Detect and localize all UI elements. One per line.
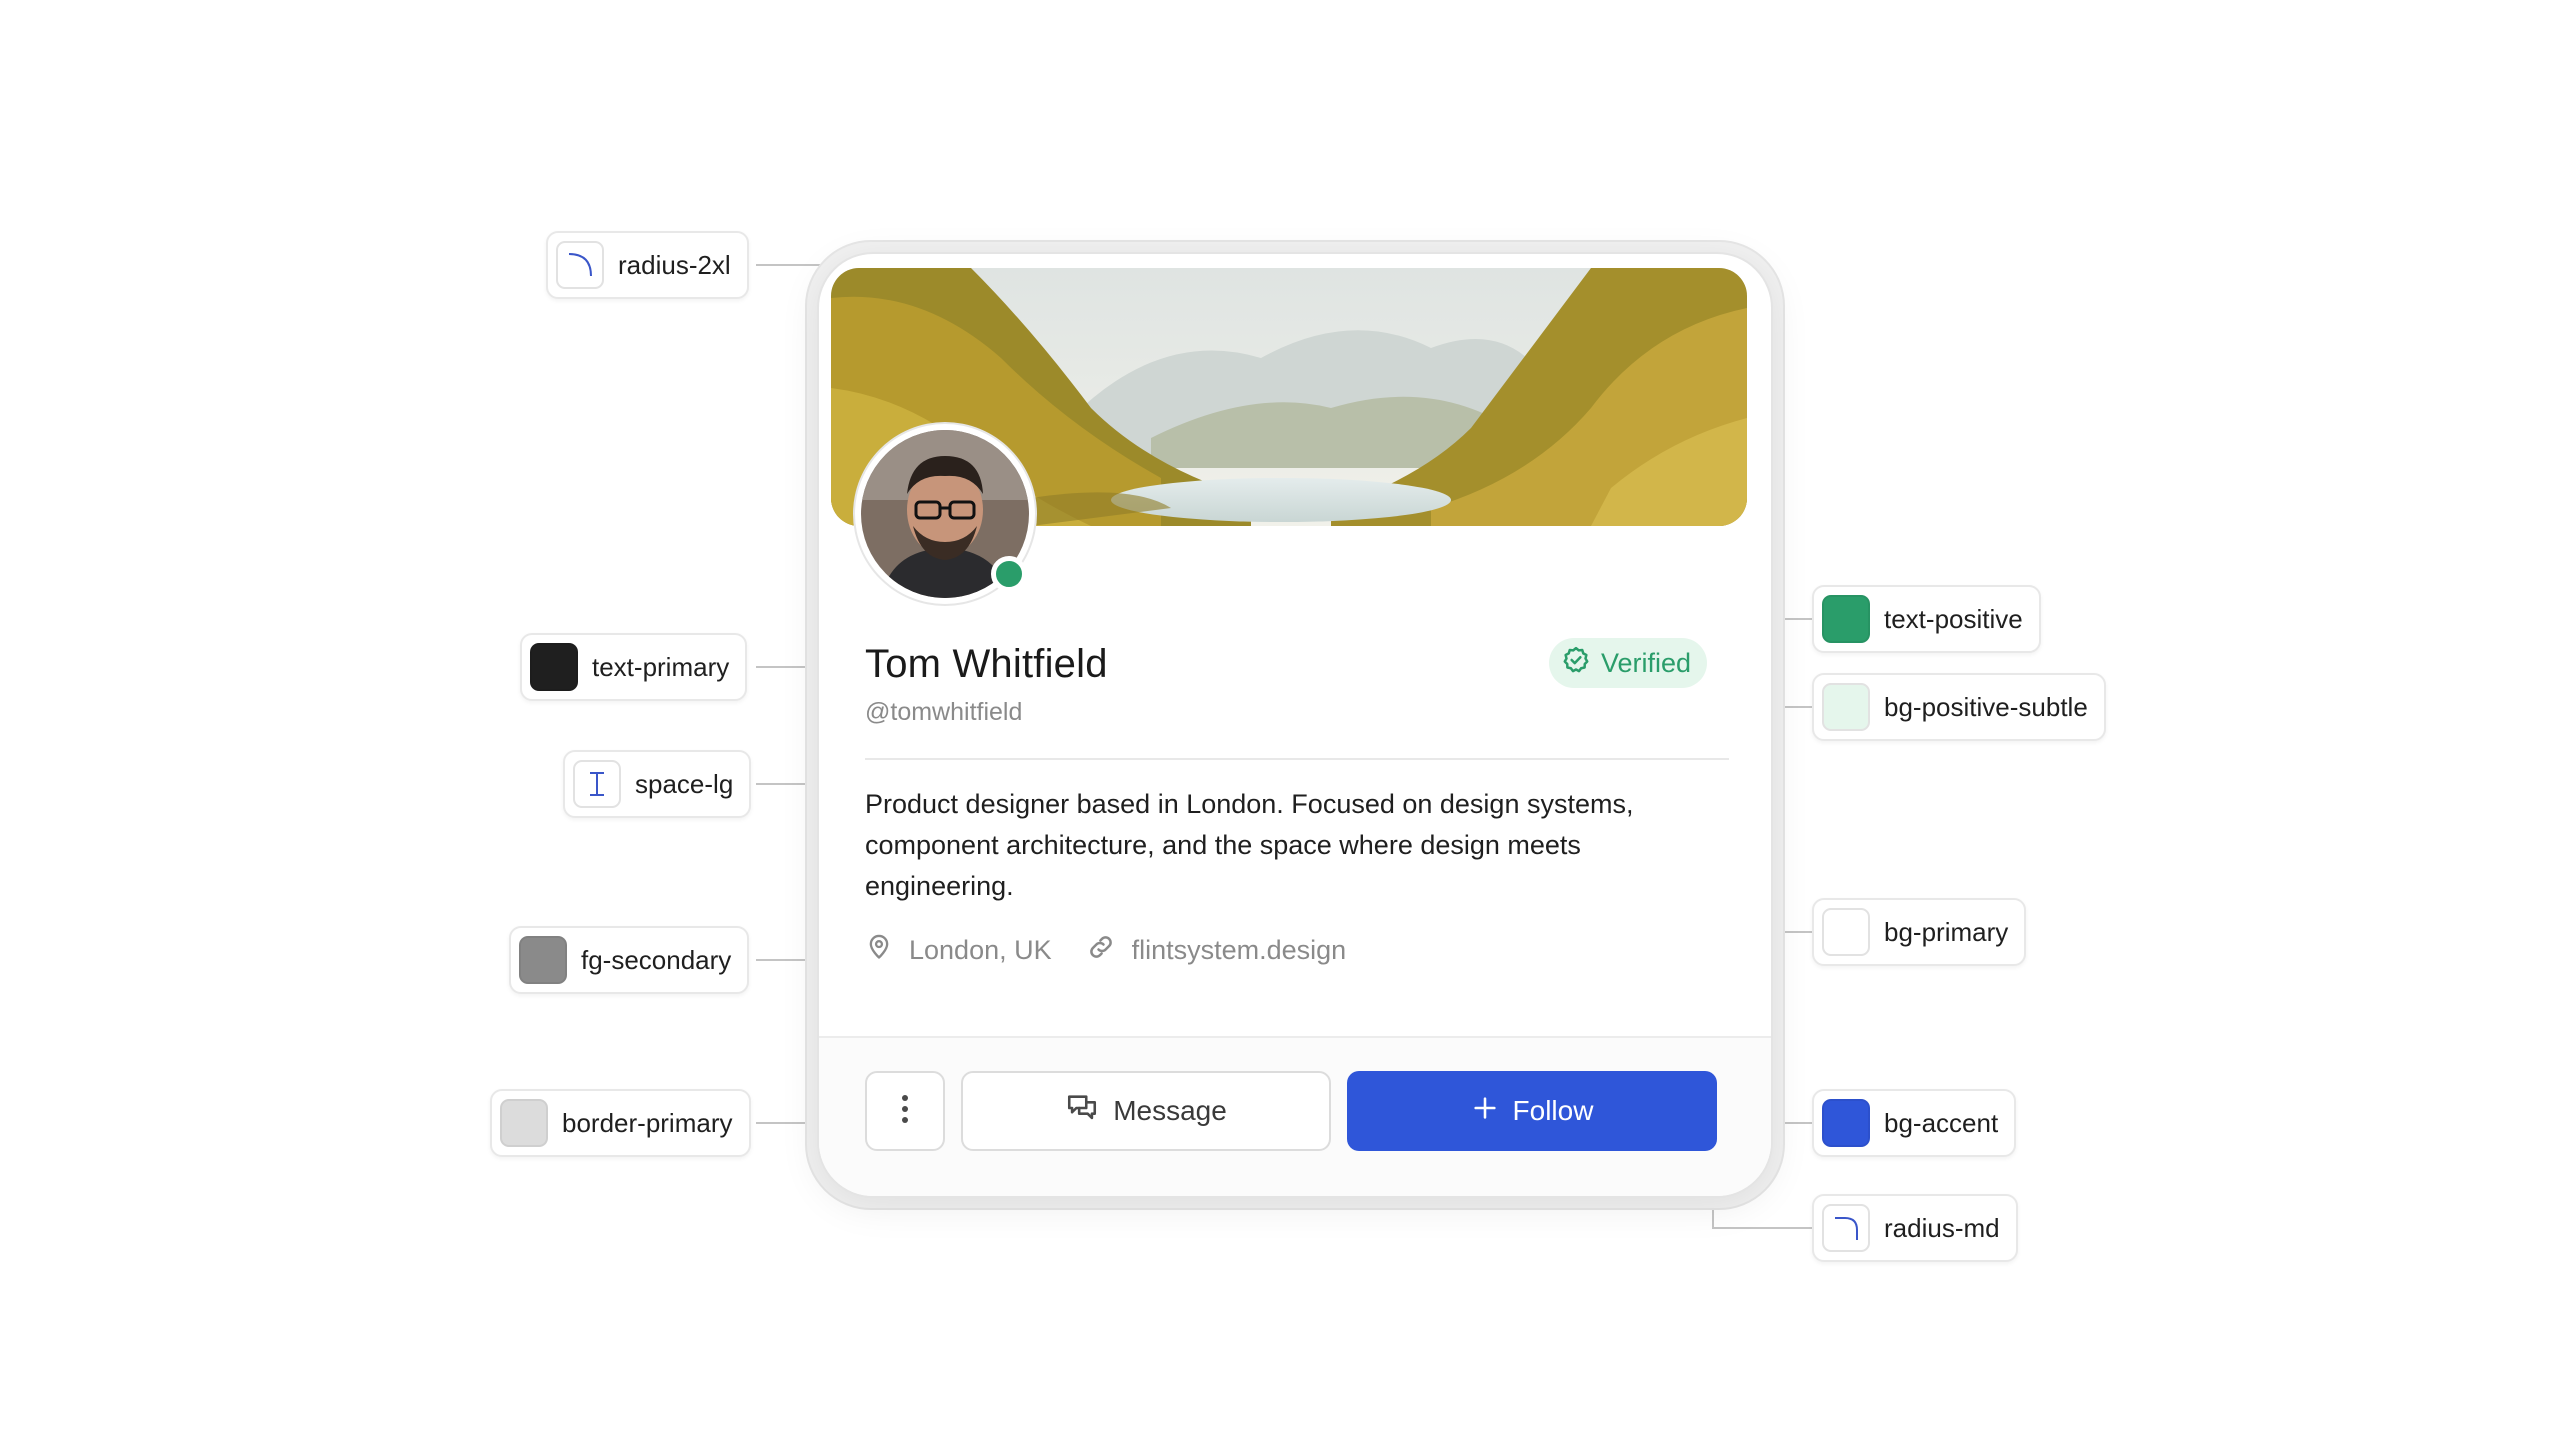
verified-badge: Verified [1549,638,1708,688]
website-link[interactable]: flintsystem.design [1086,932,1347,969]
profile-card: Tom Whitfield @tomwhitfield Verified Pro… [817,252,1773,1198]
more-vertical-icon [901,1094,909,1129]
link-icon [1086,932,1116,969]
verified-label: Verified [1601,647,1692,678]
location: London, UK [865,933,1052,968]
token-label: fg-secondary [581,944,732,975]
more-options-button[interactable] [865,1071,945,1151]
radius-corner-icon [1822,1204,1870,1252]
token-chip-radius-2xl: radius-2xl [546,231,749,299]
follow-label: Follow [1512,1095,1594,1126]
color-swatch [1822,1099,1870,1147]
profile-handle: @tomwhitfield [865,698,1023,726]
color-swatch [500,1099,548,1147]
token-label: radius-md [1884,1212,2000,1243]
token-label: space-lg [635,768,734,799]
plus-icon [1471,1094,1499,1129]
token-chip-bg-positive-subtle: bg-positive-subtle [1812,673,2106,741]
token-chip-text-positive: text-positive [1812,585,2041,653]
token-label: text-positive [1884,603,2023,634]
token-chip-radius-md: radius-md [1812,1194,2018,1262]
online-status-indicator [991,556,1027,592]
color-swatch [519,936,567,984]
radius-corner-icon [556,241,604,289]
message-label: Message [1113,1095,1227,1126]
color-swatch [1822,683,1870,731]
token-label: bg-accent [1884,1107,1999,1138]
token-chip-bg-primary: bg-primary [1812,898,2027,966]
message-icon [1065,1091,1099,1132]
color-swatch [1822,908,1870,956]
location-label: London, UK [909,935,1052,965]
website-label[interactable]: flintsystem.design [1132,935,1347,966]
profile-meta: London, UK flintsystem.design [865,932,1380,969]
token-label: border-primary [562,1107,733,1138]
text-cursor-icon [573,760,621,808]
color-swatch [1822,595,1870,643]
token-label: radius-2xl [618,249,731,280]
token-label: bg-positive-subtle [1884,691,2088,722]
divider [865,758,1729,760]
token-label: bg-primary [1884,916,2009,947]
token-chip-space-lg: space-lg [563,750,752,818]
token-chip-fg-secondary: fg-secondary [509,926,750,994]
map-pin-icon [865,933,893,968]
profile-name: Tom Whitfield [865,642,1108,686]
profile-bio: Product designer based in London. Focuse… [865,789,1634,901]
check-circle-icon [1561,645,1591,682]
follow-button[interactable]: Follow [1347,1071,1717,1151]
token-chip-bg-accent: bg-accent [1812,1089,2017,1157]
token-chip-text-primary: text-primary [520,633,748,701]
token-chip-border-primary: border-primary [490,1089,751,1157]
card-footer: Message Follow [819,1038,1771,1196]
message-button[interactable]: Message [961,1071,1331,1151]
color-swatch [530,643,578,691]
token-label: text-primary [592,651,730,682]
